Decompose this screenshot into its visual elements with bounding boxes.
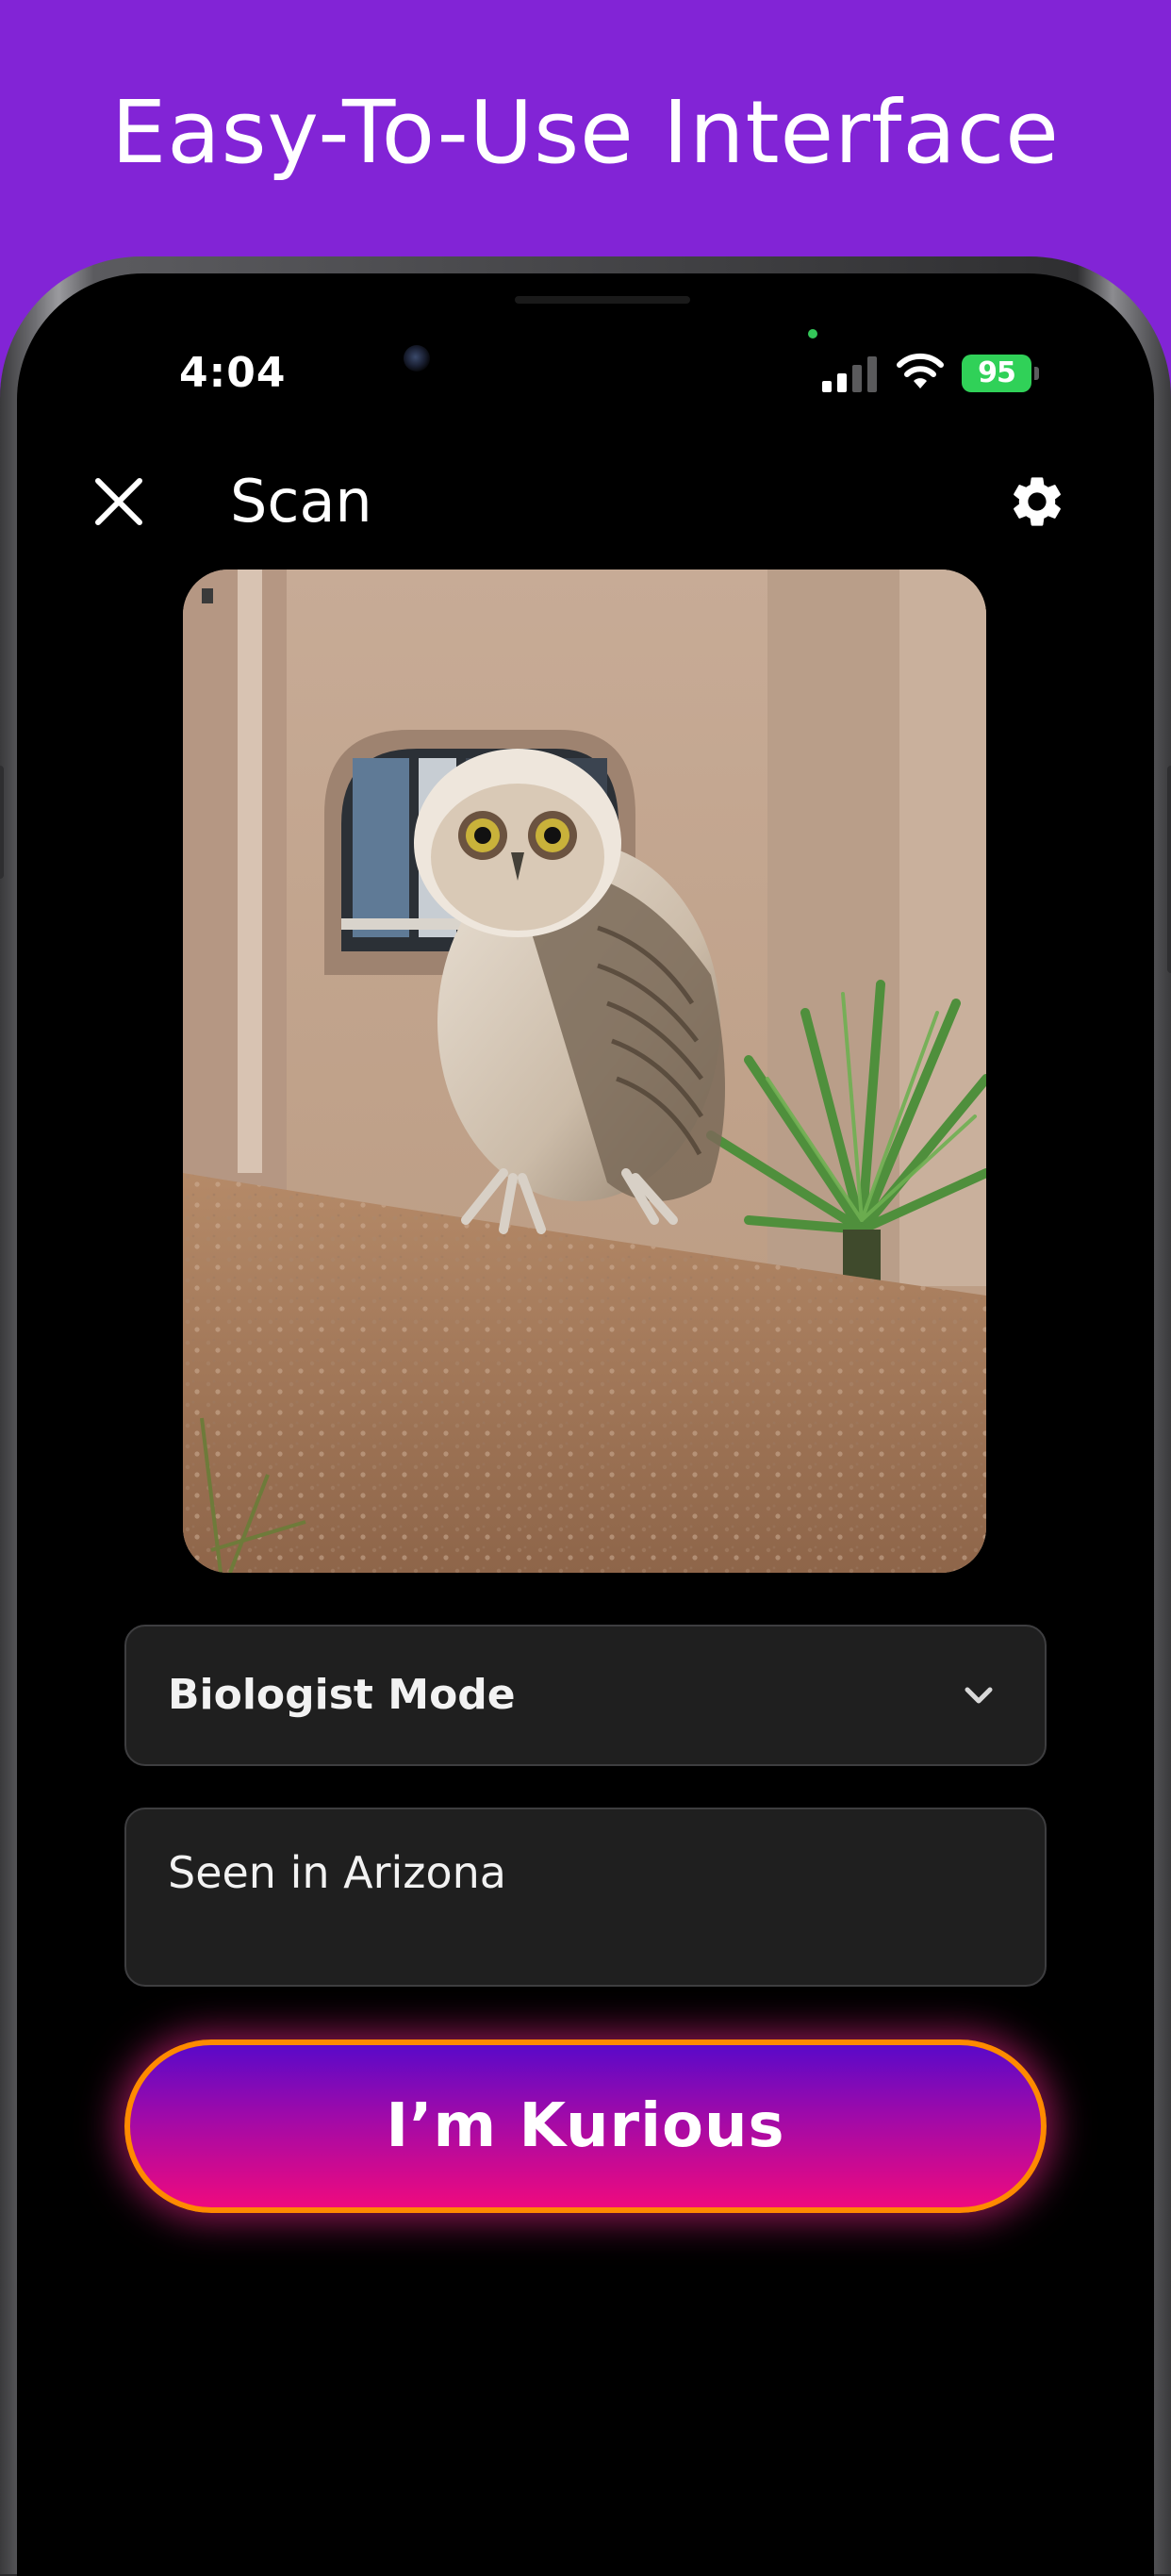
battery-percent: 95 bbox=[962, 355, 1031, 392]
mode-select-value: Biologist Mode bbox=[168, 1671, 516, 1719]
battery-indicator: 95 bbox=[962, 355, 1039, 392]
im-kurious-button[interactable]: I’m Kurious bbox=[124, 2039, 1047, 2213]
screen-title: Scan bbox=[230, 467, 372, 536]
status-time: 4:04 bbox=[179, 349, 287, 397]
front-camera bbox=[404, 345, 430, 372]
signal-icon bbox=[822, 356, 877, 392]
speaker-slit bbox=[515, 296, 690, 304]
close-icon[interactable] bbox=[92, 475, 145, 528]
owl-photo bbox=[183, 570, 986, 1573]
owl-illustration bbox=[183, 570, 986, 1573]
mode-select[interactable]: Biologist Mode bbox=[124, 1625, 1047, 1766]
chevron-down-icon bbox=[965, 1687, 993, 1704]
gear-icon[interactable] bbox=[1007, 471, 1067, 532]
privacy-indicator-dot bbox=[808, 329, 817, 339]
volume-button bbox=[0, 766, 4, 879]
promo-headline: Easy-To-Use Interface bbox=[111, 82, 1060, 183]
power-button bbox=[1167, 766, 1171, 973]
battery-tip bbox=[1034, 367, 1039, 380]
wifi-icon bbox=[897, 353, 944, 388]
location-note-field[interactable]: Seen in Arizona bbox=[124, 1808, 1047, 1987]
